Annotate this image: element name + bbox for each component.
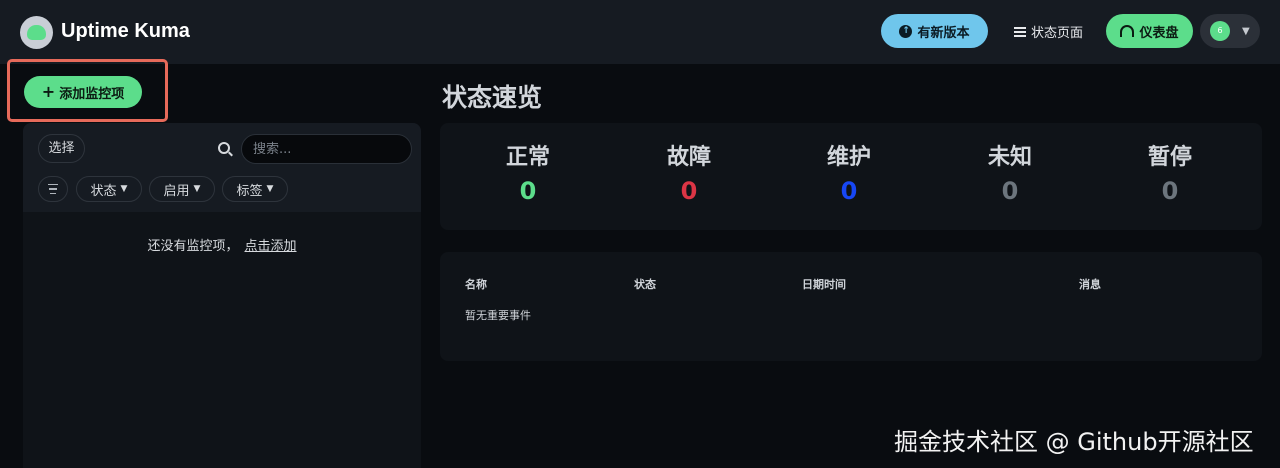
plus-icon: + <box>41 82 56 101</box>
chevron-down-icon: ▼ <box>120 184 128 194</box>
new-version-button[interactable]: ↑ 有新版本 <box>881 14 988 48</box>
column-header-message: 消息 <box>1079 278 1101 291</box>
new-version-label: 有新版本 <box>917 25 970 41</box>
select-button[interactable]: 选择 <box>38 134 85 163</box>
add-monitor-link[interactable]: 点击添加 <box>245 239 297 254</box>
filter-tags-label: 标签 <box>236 183 263 199</box>
stat-up: 正常 0 <box>468 139 588 205</box>
monitor-list-header: 选择 状态 ▼ 启用 ▼ 标签 ▼ <box>23 123 421 212</box>
filter-tags-dropdown[interactable]: 标签 ▼ <box>222 176 288 202</box>
app-title[interactable]: Uptime Kuma <box>61 20 190 43</box>
stat-maintenance: 维护 0 <box>789 139 909 205</box>
status-overview-card: 正常 0 故障 0 维护 0 未知 0 暂停 0 <box>440 123 1262 230</box>
page-title: 状态速览 <box>442 83 543 112</box>
stat-paused: 暂停 0 <box>1110 139 1230 205</box>
filter-active-label: 启用 <box>163 183 190 199</box>
stat-value: 0 <box>840 177 858 205</box>
stat-value: 0 <box>519 177 537 205</box>
add-monitor-button[interactable]: + 添加监控项 <box>24 76 142 108</box>
empty-monitor-text: 还没有监控项， <box>147 239 239 254</box>
add-monitor-label: 添加监控项 <box>59 86 125 102</box>
gauge-icon <box>1120 25 1135 37</box>
filter-menu-icon[interactable] <box>38 176 68 202</box>
stat-value: 0 <box>1161 177 1179 205</box>
profile-dropdown[interactable]: 6 ▼ <box>1200 14 1260 48</box>
stat-label: 故障 <box>666 145 711 170</box>
chevron-down-icon: ▼ <box>193 184 201 194</box>
important-events-table: 名称 状态 日期时间 消息 暂无重要事件 <box>440 252 1262 361</box>
empty-monitor-message: 还没有监控项， 点击添加 <box>23 235 421 254</box>
column-header-status: 状态 <box>634 278 656 291</box>
stat-label: 维护 <box>826 145 871 170</box>
search-input[interactable] <box>241 134 412 164</box>
chevron-down-icon: ▼ <box>266 184 274 194</box>
dashboard-button[interactable]: 仪表盘 <box>1106 14 1193 48</box>
stat-down: 故障 0 <box>629 139 749 205</box>
column-header-datetime: 日期时间 <box>802 278 846 291</box>
filter-status-label: 状态 <box>90 183 117 199</box>
stat-value: 0 <box>680 177 698 205</box>
avatar: 6 <box>1210 21 1230 41</box>
chevron-down-icon: ▼ <box>1242 25 1250 37</box>
top-navbar: Uptime Kuma ↑ 有新版本 状态页面 仪表盘 6 ▼ <box>0 0 1280 64</box>
filter-active-dropdown[interactable]: 启用 ▼ <box>149 176 215 202</box>
status-page-label: 状态页面 <box>1031 26 1084 41</box>
filter-status-dropdown[interactable]: 状态 ▼ <box>76 176 142 202</box>
arrow-up-circle-icon: ↑ <box>899 24 913 38</box>
monitor-list-panel: 选择 状态 ▼ 启用 ▼ 标签 ▼ 还没有监控项， 点击添加 <box>23 123 421 468</box>
stat-unknown: 未知 0 <box>950 139 1070 205</box>
stat-label: 正常 <box>505 145 550 170</box>
dashboard-label: 仪表盘 <box>1139 25 1179 41</box>
column-header-name: 名称 <box>465 278 487 291</box>
empty-events-message: 暂无重要事件 <box>465 309 531 322</box>
stat-value: 0 <box>1001 177 1019 205</box>
stat-label: 未知 <box>987 145 1032 170</box>
app-logo-icon[interactable] <box>20 16 53 49</box>
status-page-link[interactable]: 状态页面 <box>1014 22 1083 41</box>
search-icon <box>218 142 230 154</box>
stat-label: 暂停 <box>1147 145 1192 170</box>
watermark: 掘金技术社区 @ Github开源社区 <box>894 428 1254 456</box>
list-icon <box>1014 25 1026 39</box>
